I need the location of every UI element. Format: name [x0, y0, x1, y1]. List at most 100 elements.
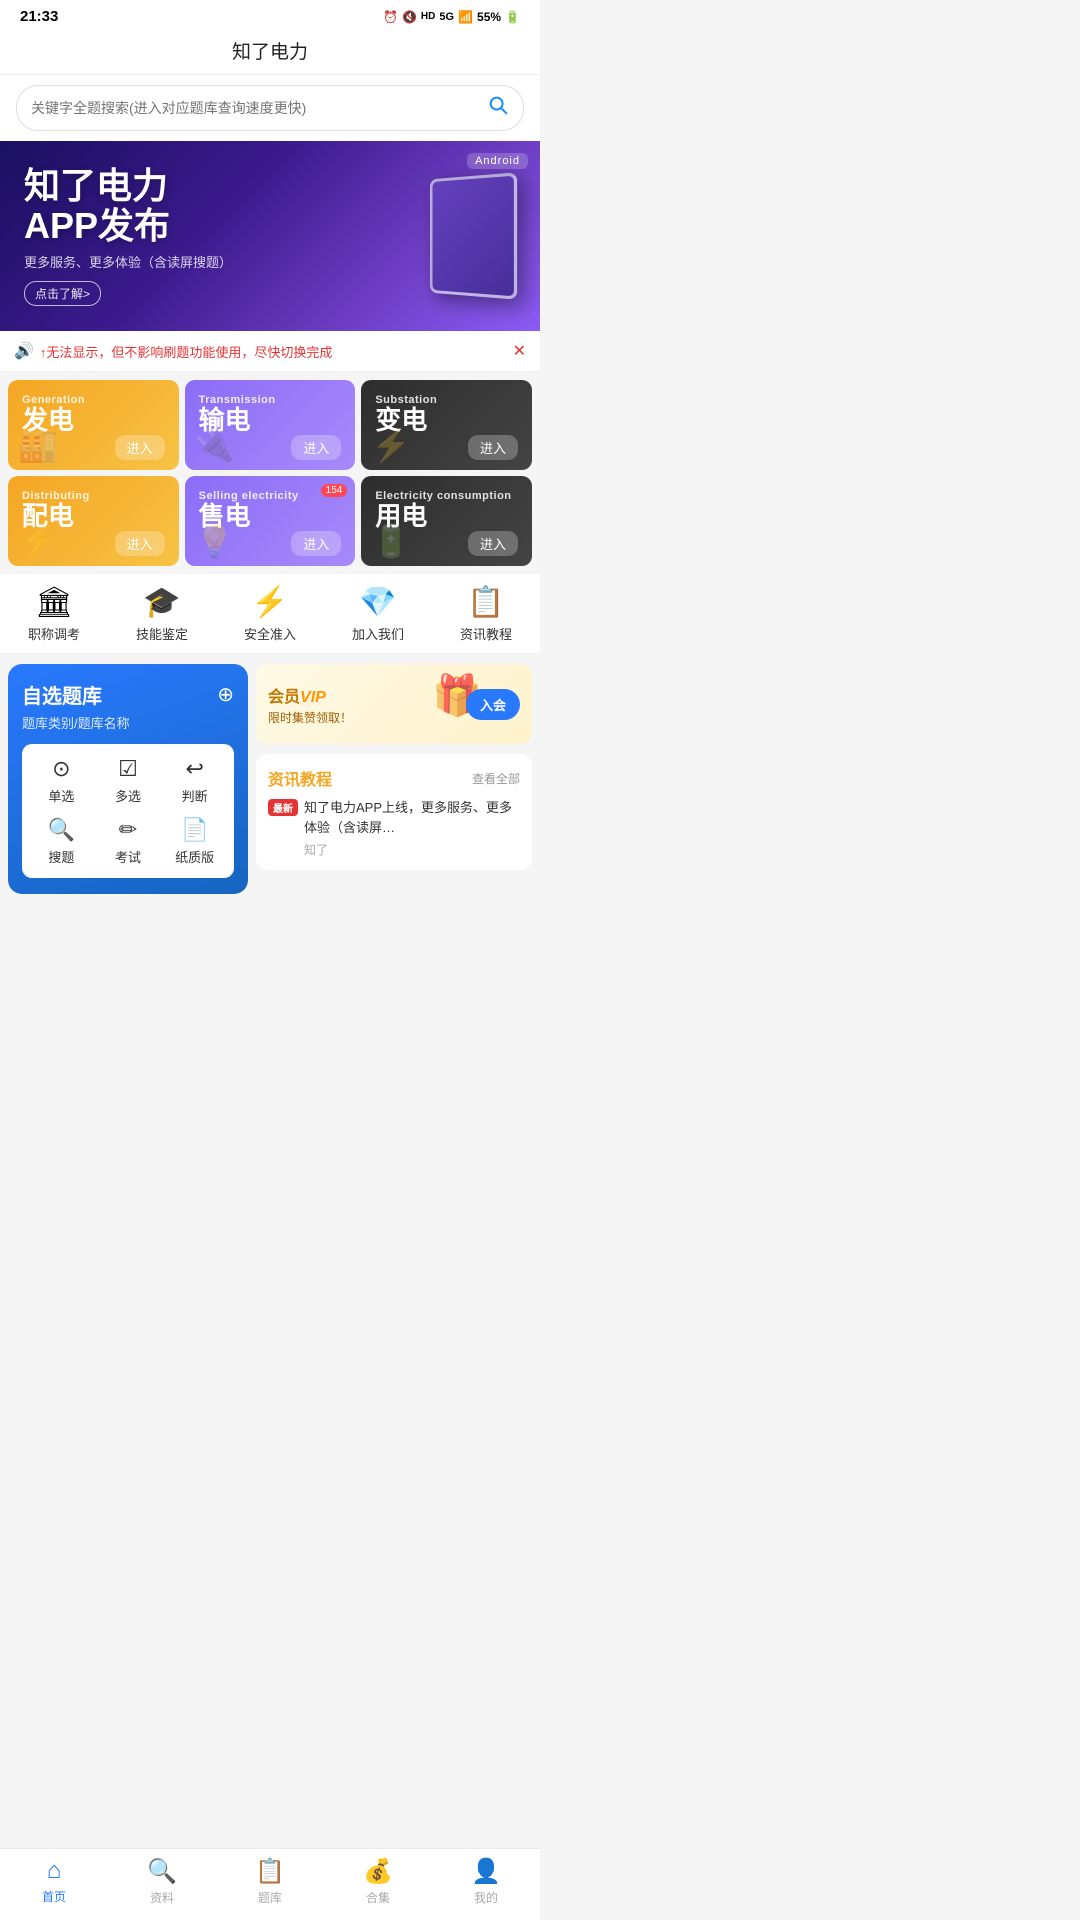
banner-learn-btn[interactable]: 点击了解> — [24, 281, 101, 306]
cat-en-substation: Substation — [375, 394, 518, 406]
signal-bars: 📶 — [458, 10, 473, 24]
select-item-judge[interactable]: ↩ 判断 — [165, 756, 224, 805]
notice-close-btn[interactable]: ✕ — [513, 341, 526, 361]
cat-en-generation: Generation — [22, 394, 165, 406]
news-item[interactable]: 最新 知了电力APP上线，更多服务、更多体验（含读屏… 知了 — [268, 798, 520, 858]
material-nav-label: 资料 — [150, 1889, 174, 1906]
paper-label: 纸质版 — [175, 847, 214, 866]
network-icon: 5G — [439, 11, 454, 23]
select-grid: ⊙ 单选 ☑ 多选 ↩ 判断 🔍 搜题 — [32, 756, 224, 866]
select-item-exam[interactable]: ✏ 考试 — [99, 817, 158, 866]
nav-item-mine[interactable]: 👤 我的 — [432, 1857, 540, 1906]
zixun-icon: 📋 — [467, 588, 504, 618]
vip-join-btn[interactable]: 入会 — [466, 689, 520, 720]
banner-text: 知了电力APP发布 更多服务、更多体验（含读屏搜题） 点击了解> — [24, 166, 406, 305]
cat-card-selling[interactable]: Selling electricity 售电 154 💡 进入 — [185, 476, 356, 566]
category-grid: Generation 发电 🏭 进入 Transmission 输电 🔌 进入 … — [0, 372, 540, 574]
cat-en-distributing: Distributing — [22, 490, 165, 502]
quick-item-anquan[interactable]: ⚡ 安全准入 — [216, 588, 324, 643]
search-button[interactable] — [487, 94, 509, 122]
notice-bar: 🔊 ↑无法显示，但不影响刷题功能使用，尽快切换完成 ✕ — [0, 331, 540, 372]
vip-card[interactable]: 会员VIP 限时集赞领取！ 🎁 入会 — [256, 664, 532, 744]
select-inner: ⊙ 单选 ☑ 多选 ↩ 判断 🔍 搜题 — [22, 744, 234, 878]
quick-item-zixun[interactable]: 📋 资讯教程 — [432, 588, 540, 643]
multi-select-label: 多选 — [115, 786, 141, 805]
anquan-label: 安全准入 — [244, 624, 296, 643]
home-nav-icon: ⌂ — [47, 1857, 62, 1885]
bank-nav-label: 题库 — [258, 1889, 282, 1906]
quick-item-jiaru[interactable]: 💎 加入我们 — [324, 588, 432, 643]
cat-card-transmission[interactable]: Transmission 输电 🔌 进入 — [185, 380, 356, 470]
material-nav-icon: 🔍 — [147, 1857, 177, 1886]
cat-enter-distributing[interactable]: 进入 — [115, 531, 165, 556]
cat-card-substation[interactable]: Substation 变电 ⚡ 进入 — [361, 380, 532, 470]
collection-nav-label: 合集 — [366, 1889, 390, 1906]
cat-bg-icon-transmission: 🔌 — [195, 426, 235, 464]
cat-bg-icon-substation: ⚡ — [371, 426, 411, 464]
mine-nav-icon: 👤 — [471, 1857, 501, 1886]
cat-enter-transmission[interactable]: 进入 — [291, 435, 341, 460]
cat-bg-icon-distributing: ⚡ — [18, 522, 58, 560]
nav-item-bank[interactable]: 📋 题库 — [216, 1857, 324, 1906]
home-nav-label: 首页 — [42, 1888, 66, 1905]
cat-bg-icon-selling: 💡 — [195, 522, 235, 560]
jineng-icon: 🎓 — [143, 588, 180, 618]
search-q-label: 搜题 — [48, 847, 74, 866]
vip-subtitle: 限时集赞领取！ — [268, 709, 352, 726]
news-badge: 最新 — [268, 799, 298, 816]
select-item-search[interactable]: 🔍 搜题 — [32, 817, 91, 866]
page-title: 知了电力 — [232, 42, 308, 63]
news-section-title: 资讯教程 — [268, 766, 332, 790]
cat-en-selling: Selling electricity — [199, 490, 342, 502]
self-select-title-row: 自选题库 ⊕ — [22, 680, 234, 709]
news-content: 知了电力APP上线，更多服务、更多体验（含读屏… — [304, 798, 520, 837]
select-item-multi[interactable]: ☑ 多选 — [99, 756, 158, 805]
bottom-section: 自选题库 ⊕ 题库类别/题库名称 ⊙ 单选 ☑ 多选 ↩ 判断 — [0, 654, 540, 904]
cat-card-distributing[interactable]: Distributing 配电 ⚡ 进入 — [8, 476, 179, 566]
anquan-icon: ⚡ — [251, 588, 288, 618]
collection-nav-icon: 💰 — [363, 1857, 393, 1886]
quick-item-zhicheng[interactable]: 🏛 职称调考 — [0, 588, 108, 643]
nav-item-collection[interactable]: 💰 合集 — [324, 1857, 432, 1906]
quick-item-jineng[interactable]: 🎓 技能鉴定 — [108, 588, 216, 643]
judge-icon: ↩ — [185, 756, 203, 782]
cat-enter-selling[interactable]: 进入 — [291, 531, 341, 556]
alarm-icon: ⏰ — [383, 10, 398, 24]
select-item-single[interactable]: ⊙ 单选 — [32, 756, 91, 805]
nav-item-material[interactable]: 🔍 资料 — [108, 1857, 216, 1906]
select-item-paper[interactable]: 📄 纸质版 — [165, 817, 224, 866]
search-input-wrap[interactable] — [16, 85, 524, 131]
banner-subtitle: 更多服务、更多体验（含读屏搜题） — [24, 252, 406, 271]
single-select-icon: ⊙ — [52, 756, 70, 782]
zhicheng-icon: 🏛 — [35, 588, 73, 618]
news-source: 知了 — [304, 841, 520, 858]
cat-card-generation[interactable]: Generation 发电 🏭 进入 — [8, 380, 179, 470]
news-body: 知了电力APP上线，更多服务、更多体验（含读屏… 知了 — [304, 798, 520, 858]
self-select-panel: 自选题库 ⊕ 题库类别/题库名称 ⊙ 单选 ☑ 多选 ↩ 判断 — [8, 664, 248, 894]
banner-device — [406, 166, 516, 306]
search-bar — [0, 75, 540, 141]
banner-device-shape — [430, 172, 517, 299]
cat-en-consumption: Electricity consumption — [375, 490, 518, 502]
cat-bg-icon-generation: 🏭 — [18, 426, 58, 464]
banner[interactable]: 知了电力APP发布 更多服务、更多体验（含读屏搜题） 点击了解> Android — [0, 141, 540, 331]
notice-text: ↑无法显示，但不影响刷题功能使用，尽快切换完成 — [40, 342, 333, 361]
banner-android-tag: Android — [467, 153, 528, 169]
exam-icon: ✏ — [119, 817, 137, 843]
news-view-all[interactable]: 查看全部 — [472, 770, 520, 787]
self-select-subtitle: 题库类别/题库名称 — [22, 713, 234, 732]
cat-enter-generation[interactable]: 进入 — [115, 435, 165, 460]
cat-card-consumption[interactable]: Electricity consumption 用电 🔋 进入 — [361, 476, 532, 566]
notice-speaker-icon: 🔊 — [14, 341, 34, 361]
zixun-label: 资讯教程 — [460, 624, 512, 643]
search-input[interactable] — [31, 100, 479, 116]
cat-enter-consumption[interactable]: 进入 — [468, 531, 518, 556]
cat-bg-icon-consumption: 🔋 — [371, 522, 411, 560]
news-header: 资讯教程 查看全部 — [268, 766, 520, 790]
cat-enter-substation[interactable]: 进入 — [468, 435, 518, 460]
nav-item-home[interactable]: ⌂ 首页 — [0, 1857, 108, 1906]
jiaru-label: 加入我们 — [352, 624, 404, 643]
bank-nav-icon: 📋 — [255, 1857, 285, 1886]
self-select-add-btn[interactable]: ⊕ — [217, 682, 234, 707]
single-select-label: 单选 — [48, 786, 74, 805]
